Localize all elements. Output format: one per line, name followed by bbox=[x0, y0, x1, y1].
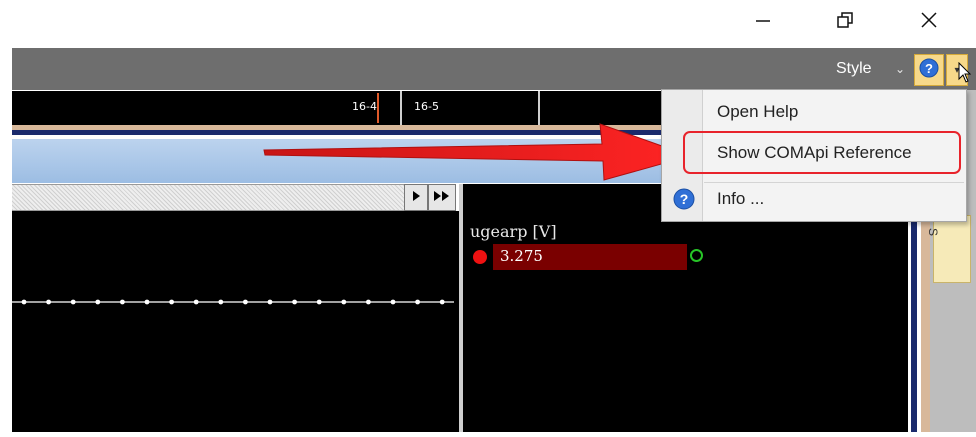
trace-sample-point bbox=[218, 299, 224, 305]
signal-value: 3.275 bbox=[500, 247, 543, 265]
minimize-icon bbox=[753, 10, 773, 30]
chevron-down-icon[interactable]: ⌄ bbox=[895, 62, 905, 76]
trace-sample-point bbox=[46, 299, 51, 305]
style-menu-label[interactable]: Style bbox=[836, 60, 872, 78]
annotation-highlight-box bbox=[683, 131, 961, 174]
fast-forward-icon bbox=[433, 189, 451, 207]
side-tab-label: S bbox=[926, 228, 940, 237]
help-question-icon: ? bbox=[919, 58, 939, 83]
signal-name-label: ugearp [V] bbox=[470, 222, 557, 241]
trace-sample-point bbox=[390, 299, 396, 305]
trace-sample-point bbox=[415, 299, 420, 305]
restore-icon bbox=[835, 10, 855, 30]
menu-item-label: Info ... bbox=[717, 189, 765, 208]
help-button[interactable]: ? bbox=[914, 54, 944, 86]
trace-sample-point bbox=[243, 299, 248, 305]
trace-sample-point bbox=[341, 299, 347, 305]
svg-text:?: ? bbox=[680, 191, 689, 207]
trace-sample-point bbox=[292, 299, 297, 305]
trace-sample-point bbox=[193, 299, 199, 305]
trace-sample-point bbox=[144, 299, 150, 305]
signal-plot-left[interactable] bbox=[12, 211, 459, 432]
menu-item-label: Open Help bbox=[717, 102, 799, 121]
menu-item-info[interactable]: Info ... bbox=[703, 184, 965, 214]
annotation-arrow bbox=[262, 118, 692, 189]
menu-item-open-help[interactable]: Open Help bbox=[703, 97, 965, 127]
trace-sample-point bbox=[70, 299, 76, 305]
close-icon bbox=[919, 10, 939, 30]
minimize-button[interactable] bbox=[738, 0, 788, 40]
play-icon bbox=[411, 189, 421, 207]
timeline-label: 16-4 bbox=[352, 100, 377, 113]
signal-color-dot[interactable] bbox=[473, 250, 487, 264]
close-button[interactable] bbox=[904, 0, 954, 40]
svg-text:?: ? bbox=[925, 61, 933, 76]
trace-sample-point bbox=[169, 299, 175, 305]
info-question-icon: ? bbox=[673, 188, 695, 215]
trace-sample-point bbox=[316, 299, 322, 305]
side-tab[interactable] bbox=[933, 215, 971, 283]
trace-sample-point bbox=[95, 299, 101, 305]
trace-sample-point bbox=[366, 299, 371, 305]
trace-sample-point bbox=[21, 299, 27, 305]
signal-status-ring[interactable] bbox=[690, 249, 703, 262]
menu-separator bbox=[704, 182, 964, 183]
trace-sample-point bbox=[267, 299, 273, 305]
ribbon-bar bbox=[12, 48, 976, 90]
mouse-cursor-icon bbox=[958, 61, 972, 89]
timeline-label: 16-5 bbox=[414, 100, 439, 113]
trace-sample-point bbox=[120, 299, 125, 305]
trace-sample-point bbox=[439, 299, 445, 305]
signal-trace bbox=[12, 299, 454, 305]
restore-button[interactable] bbox=[820, 0, 870, 40]
